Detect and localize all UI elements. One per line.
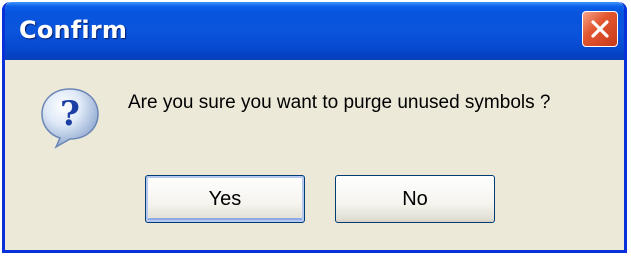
question-icon: ? [41,88,99,149]
confirm-message: Are you sure you want to purge unused sy… [128,92,551,113]
close-button[interactable] [582,11,618,47]
no-button[interactable]: No [335,175,495,223]
confirm-dialog: Confirm ? Are you sure you want to purge… [2,2,627,253]
yes-button[interactable]: Yes [145,175,305,223]
close-icon [591,20,609,38]
svg-text:?: ? [60,94,80,134]
dialog-title: Confirm [19,16,128,44]
title-bar[interactable]: Confirm [5,2,624,60]
